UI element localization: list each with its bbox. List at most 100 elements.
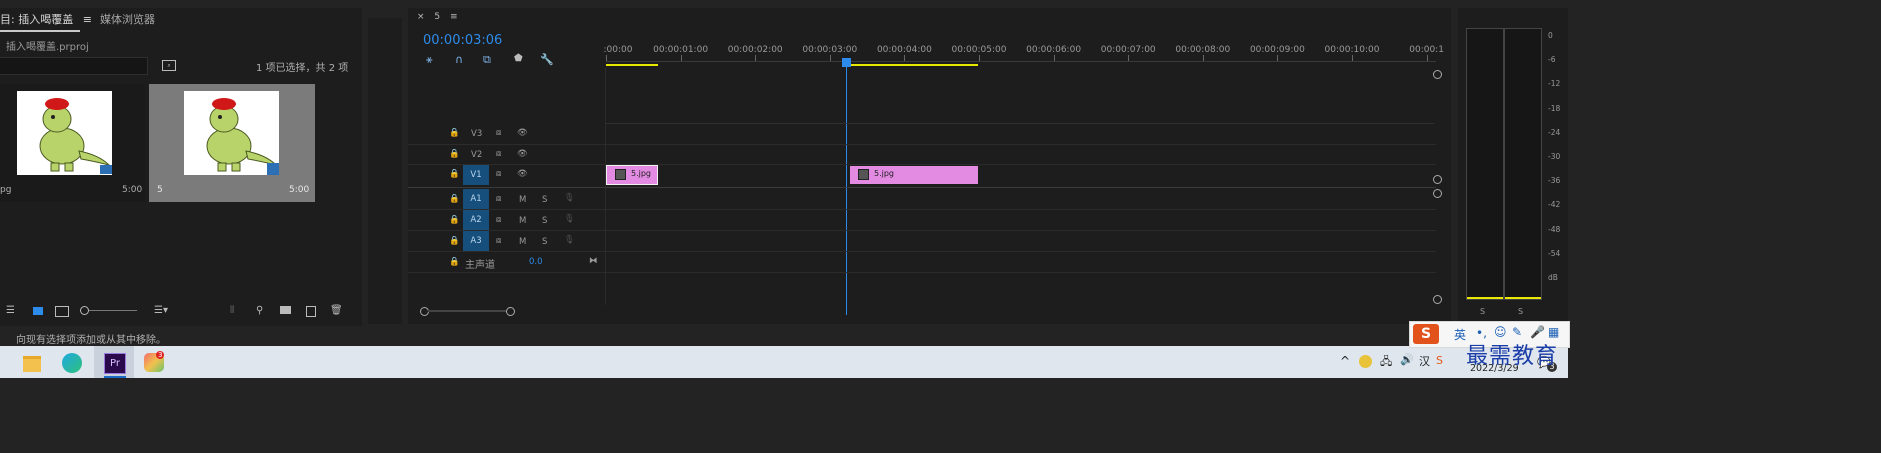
solo-button[interactable]: S	[542, 237, 547, 247]
trash-icon[interactable]: 🗑	[330, 305, 343, 316]
freeform-view-icon[interactable]	[55, 306, 69, 317]
sync-lock-icon[interactable]: ⧈	[496, 236, 501, 246]
sync-lock-icon[interactable]: ⧈	[496, 149, 501, 159]
track-target-a2[interactable]: A2	[463, 210, 489, 230]
track-name[interactable]: V2	[471, 150, 482, 160]
item-duration: 5:00	[122, 185, 143, 195]
new-bin-icon[interactable]	[280, 306, 291, 314]
project-bottom-toolbar: ☰ ☰▾ ⫴ ⚲ 🗑	[0, 305, 362, 319]
lock-icon[interactable]: 🔒	[449, 149, 460, 159]
meter-channel-left	[1466, 28, 1504, 300]
network-icon[interactable]: 🖧	[1380, 353, 1392, 372]
eye-icon[interactable]: 👁	[517, 128, 528, 138]
lock-icon[interactable]: 🔒	[449, 128, 460, 138]
project-file-name: 插入喝覆盖.prproj	[6, 42, 89, 53]
linked-selection-icon[interactable]: ⧉	[483, 53, 491, 67]
go-to-edit-icon[interactable]: ⧓	[589, 256, 598, 266]
mute-button[interactable]: M	[519, 216, 526, 226]
project-tab-underline	[0, 30, 80, 32]
meter-peak-line	[1505, 297, 1541, 299]
sequence-menu-icon[interactable]: ≡	[450, 12, 458, 22]
nest-toggle-icon[interactable]: ⚹	[426, 53, 433, 67]
lock-icon[interactable]: 🔒	[449, 194, 460, 204]
file-explorer-icon[interactable]	[20, 351, 46, 375]
edge-browser-icon[interactable]	[60, 351, 86, 375]
ime-voice-icon[interactable]: 🎤	[1530, 325, 1545, 339]
playhead-timecode[interactable]: 00:00:03:06	[423, 33, 502, 48]
premiere-pro-icon[interactable]: Pr	[101, 351, 127, 375]
video-track-v2-header: 🔒 V2 ⧈ 👁	[408, 145, 606, 165]
vertical-scrollbar-audio-handle[interactable]	[1433, 295, 1442, 304]
item-thumbnail	[184, 91, 279, 175]
vertical-scrollbar-video-handle[interactable]	[1433, 175, 1442, 184]
project-item-1[interactable]: pg 5:00	[0, 84, 145, 202]
sync-lock-icon[interactable]: ⧈	[496, 169, 501, 179]
volume-icon[interactable]: 🔊	[1400, 353, 1414, 366]
sync-lock-icon[interactable]: ⧈	[496, 215, 501, 225]
clip-5jpg[interactable]: 5.jpg	[850, 166, 978, 184]
clip-5jpg-selected[interactable]: 5.jpg	[606, 165, 658, 185]
horizontal-scrollbar[interactable]	[420, 307, 515, 316]
wechat-app-icon[interactable]: 3	[142, 351, 168, 375]
zoom-slider-handle[interactable]	[80, 306, 89, 315]
work-area-bar[interactable]	[606, 64, 658, 66]
sequence-tab[interactable]: × 5 ≡	[417, 12, 458, 22]
eye-icon[interactable]: 👁	[517, 149, 528, 159]
lock-icon[interactable]: 🔒	[449, 169, 460, 179]
add-marker-icon[interactable]: ⬟	[514, 53, 523, 64]
voice-over-mic-icon[interactable]: 🎙	[564, 235, 575, 245]
new-search-bin-icon[interactable]: ⌕	[162, 60, 176, 71]
sort-icon[interactable]: ☰▾	[154, 305, 168, 316]
dinosaur-thumbnail	[39, 98, 111, 172]
sync-lock-icon[interactable]: ⧈	[496, 128, 501, 138]
lock-icon[interactable]: 🔒	[449, 215, 460, 225]
eye-icon[interactable]: 👁	[517, 169, 528, 179]
panel-menu-icon[interactable]: ≡	[83, 13, 92, 26]
project-tab[interactable]: 目: 插入喝覆盖 ≡	[0, 11, 92, 27]
voice-over-mic-icon[interactable]: 🎙	[564, 214, 575, 224]
mute-button[interactable]: M	[519, 237, 526, 247]
sogou-logo-icon[interactable]: S	[1413, 324, 1439, 344]
tray-app-icon[interactable]	[1359, 355, 1372, 368]
zoom-slider-track[interactable]	[89, 310, 137, 311]
project-search-input[interactable]	[0, 57, 148, 75]
media-browser-tab[interactable]: 媒体浏览器	[100, 11, 155, 27]
track-name[interactable]: V3	[471, 129, 482, 139]
list-view-icon[interactable]: ☰	[6, 305, 15, 316]
voice-over-mic-icon[interactable]: 🎙	[564, 193, 575, 203]
ime-skin-icon[interactable]: ✎	[1512, 325, 1522, 339]
meter-solo-right[interactable]: S	[1518, 307, 1523, 316]
mute-button[interactable]: M	[519, 195, 526, 205]
sync-lock-icon[interactable]: ⧈	[496, 194, 501, 204]
vertical-scrollbar-audio-handle[interactable]	[1433, 189, 1442, 198]
ime-toolbox-icon[interactable]: ▦	[1548, 325, 1559, 339]
header-separator	[605, 68, 606, 305]
solo-button[interactable]: S	[542, 195, 547, 205]
wrench-icon[interactable]: 🔧	[540, 53, 554, 66]
scroll-handle-right[interactable]	[506, 307, 515, 316]
snap-magnet-icon[interactable]: ∩	[455, 53, 463, 66]
meter-solo-left[interactable]: S	[1480, 307, 1485, 316]
track-target-a1[interactable]: A1	[463, 189, 489, 209]
time-ruler[interactable]: :00:00 00:00:01:00 00:00:02:00 00:00:03:00 0…	[604, 41, 1444, 71]
ime-indicator-icon[interactable]: 汉	[1419, 353, 1430, 369]
close-icon[interactable]: ×	[417, 12, 425, 22]
master-volume[interactable]: 0.0	[529, 257, 543, 267]
find-icon[interactable]: ⚲	[256, 305, 263, 316]
ruler-label: 00:00:01:00	[653, 45, 709, 55]
new-item-icon[interactable]	[306, 306, 316, 317]
show-hidden-icons-icon[interactable]: ^	[1340, 354, 1350, 368]
project-item-2-selected[interactable]: 5 5:00	[149, 84, 315, 202]
icon-view-icon[interactable]	[33, 307, 43, 315]
track-target-v1[interactable]: V1	[463, 165, 489, 185]
vertical-scrollbar-video-handle[interactable]	[1433, 70, 1442, 79]
lock-icon[interactable]: 🔒	[449, 236, 460, 246]
work-area-bar[interactable]	[846, 64, 978, 66]
automate-icon[interactable]: ⫴	[230, 305, 234, 316]
ime-language-toggle[interactable]: 英	[1454, 326, 1466, 343]
sogou-tray-icon[interactable]: S	[1436, 354, 1443, 367]
solo-button[interactable]: S	[542, 216, 547, 226]
lock-icon[interactable]: 🔒	[449, 257, 460, 267]
track-target-a3[interactable]: A3	[463, 231, 489, 251]
ime-emoji-icon[interactable]: ☺	[1494, 325, 1507, 339]
